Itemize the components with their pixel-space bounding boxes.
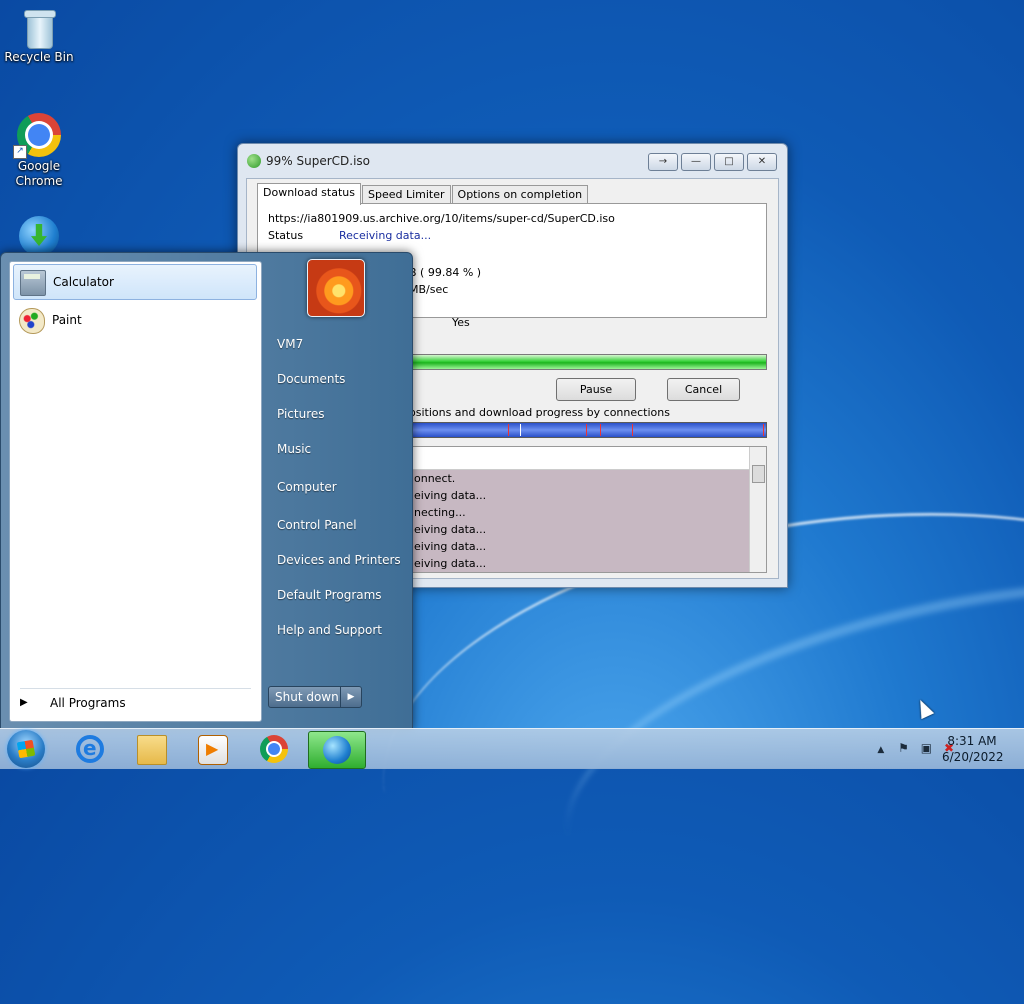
list-item[interactable]: necting... <box>408 504 749 521</box>
all-programs-button[interactable]: ▶ All Programs <box>20 688 250 718</box>
resume-capability-value: Yes <box>452 316 470 329</box>
all-programs-label: All Programs <box>50 696 126 710</box>
tab-download-status[interactable]: Download status <box>257 183 361 205</box>
maximize-button[interactable]: □ <box>714 153 744 171</box>
taskbar: ▲ ⚑ ▣ ✖ 8:31 AM 6/20/2022 <box>0 728 1024 769</box>
tab-speed-limiter[interactable]: Speed Limiter <box>361 185 451 204</box>
start-item-control-panel[interactable]: Control Panel <box>269 510 417 540</box>
start-item-pictures[interactable]: Pictures <box>269 399 417 429</box>
start-item-documents[interactable]: Documents <box>269 364 417 394</box>
desktop-icon-google-chrome[interactable]: ↗ Google Chrome <box>1 113 77 189</box>
program-calculator[interactable]: Calculator <box>13 264 257 300</box>
recycle-bin-icon <box>24 8 56 49</box>
action-center-flag-icon[interactable]: ⚑ <box>898 741 909 755</box>
taskbar-media-player[interactable] <box>184 731 240 767</box>
idm-icon <box>19 216 59 256</box>
start-menu: Calculator Paint ▶ All Programs VM7 Docu… <box>0 252 413 730</box>
download-url: https://ia801909.us.archive.org/10/items… <box>268 212 615 225</box>
chrome-icon: ↗ <box>13 113 61 159</box>
list-item[interactable]: eiving data... <box>408 555 749 572</box>
minimize-button[interactable]: — <box>681 153 711 171</box>
desktop-icon-recycle-bin[interactable]: Recycle Bin <box>1 8 77 65</box>
hide-to-tray-button[interactable]: → <box>648 153 678 171</box>
list-item[interactable]: eiving data... <box>408 487 749 504</box>
program-label: Calculator <box>53 275 114 289</box>
user-avatar[interactable] <box>307 259 365 317</box>
status-label: Status <box>268 229 304 242</box>
clock-time: 8:31 AM <box>947 734 997 748</box>
shutdown-label: Shut down <box>275 690 339 704</box>
windows-explorer-icon <box>137 735 167 765</box>
taskbar-windows-explorer[interactable] <box>123 731 179 767</box>
list-scrollbar[interactable] <box>749 447 766 572</box>
shutdown-options-arrow-icon[interactable]: ▶ <box>340 687 361 707</box>
tab-options-on-completion[interactable]: Options on completion <box>451 185 589 204</box>
program-label: Paint <box>52 313 82 327</box>
desktop-icon-label: Recycle Bin <box>4 50 74 64</box>
start-item-computer[interactable]: Computer <box>269 472 417 502</box>
network-icon[interactable]: ▣ <box>921 741 932 755</box>
start-item-music[interactable]: Music <box>269 434 417 464</box>
paint-icon <box>19 308 45 334</box>
start-item-help-and-support[interactable]: Help and Support <box>269 615 417 645</box>
taskbar-clock[interactable]: 8:31 AM 6/20/2022 <box>942 733 1004 765</box>
window-title: 99% SuperCD.iso <box>266 154 371 168</box>
calculator-icon <box>20 270 46 296</box>
start-menu-programs-pane: Calculator Paint ▶ All Programs <box>9 261 262 722</box>
scrollbar-thumb[interactable] <box>752 465 765 483</box>
start-button[interactable] <box>7 730 45 768</box>
window-titlebar[interactable]: 99% SuperCD.iso → — □ ✕ <box>238 144 787 178</box>
transfer-rate-value: MB/sec <box>409 283 449 296</box>
idm-title-icon <box>247 154 261 168</box>
pause-button[interactable]: Pause <box>556 378 636 401</box>
start-item-user-folder[interactable]: VM7 <box>269 329 417 359</box>
close-button[interactable]: ✕ <box>747 153 777 171</box>
internet-explorer-icon <box>76 735 104 763</box>
clock-date: 6/20/2022 <box>942 750 1004 764</box>
start-item-default-programs[interactable]: Default Programs <box>269 580 417 610</box>
list-item[interactable]: onnect. <box>408 470 749 487</box>
program-paint[interactable]: Paint <box>13 303 255 337</box>
cancel-button[interactable]: Cancel <box>667 378 740 401</box>
taskbar-idm[interactable] <box>308 731 366 769</box>
status-value: Receiving data... <box>339 229 432 242</box>
list-item[interactable]: eiving data... <box>408 538 749 555</box>
taskbar-chrome[interactable] <box>246 731 302 767</box>
connections-label: positions and download progress by conne… <box>402 406 670 419</box>
start-item-devices-and-printers[interactable]: Devices and Printers <box>269 545 417 575</box>
shortcut-arrow-icon: ↗ <box>13 145 27 159</box>
chevron-right-icon: ▶ <box>20 697 28 708</box>
show-hidden-icons-button[interactable]: ▲ <box>877 745 884 755</box>
downloaded-value: B ( 99.84 % ) <box>409 266 482 279</box>
tab-strip: Download status Speed Limiter Options on… <box>257 183 589 205</box>
list-item[interactable]: eiving data... <box>408 521 749 538</box>
taskbar-internet-explorer[interactable] <box>62 731 118 767</box>
idm-icon <box>323 736 351 764</box>
desktop-icon-label: Google Chrome <box>15 159 63 188</box>
media-player-icon <box>198 735 228 765</box>
chrome-icon <box>260 735 288 763</box>
shutdown-button[interactable]: Shut down ▶ <box>268 686 362 708</box>
